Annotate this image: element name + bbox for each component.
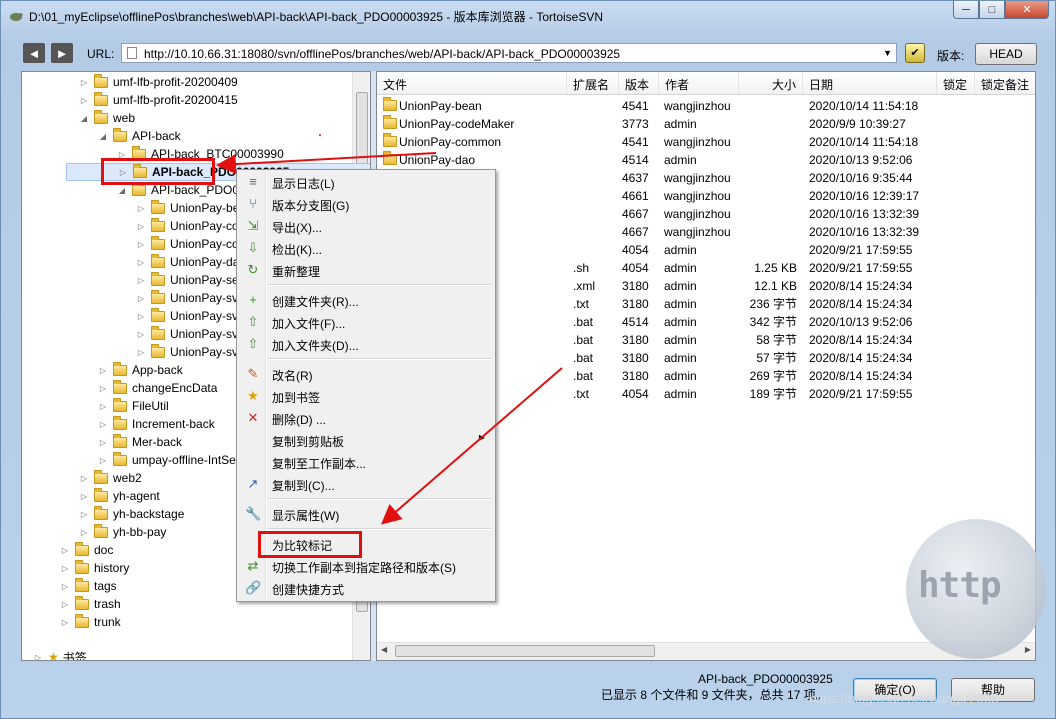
arrow-to-tree-node: [216, 152, 437, 175]
red-dot: [319, 134, 321, 136]
annotation-arrows: [216, 134, 563, 525]
arrow-to-compare-mark: [380, 367, 563, 525]
